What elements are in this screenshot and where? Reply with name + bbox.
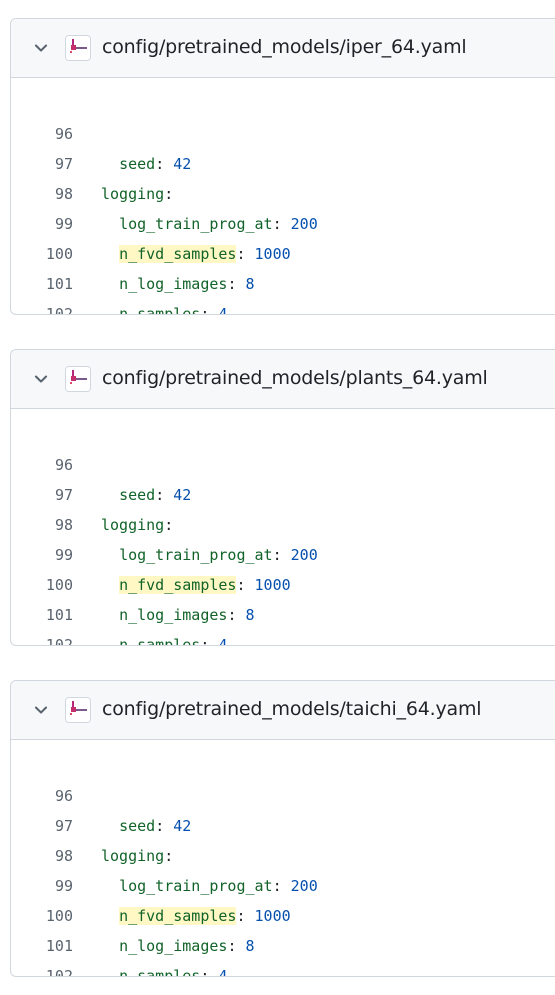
code-line: 102 n_samples_umap: 1000 xyxy=(11,931,555,976)
line-number[interactable]: 102 xyxy=(11,299,73,314)
chevron-down-icon[interactable] xyxy=(32,701,50,719)
code-line: 98 log_train_prog_at: 200 xyxy=(11,811,555,895)
code-line: 102 n_samples_umap: 1000 xyxy=(11,269,555,314)
repository-avatar-icon[interactable] xyxy=(65,35,91,61)
code-line: 99 n_fvd_samples: 1000 xyxy=(11,510,555,594)
chevron-down-icon[interactable] xyxy=(32,370,50,388)
code-result-file-3: config/pretrained_models/taichi_64.yaml … xyxy=(10,680,555,977)
line-content: n_samples: 4 xyxy=(101,630,228,646)
code-line: 96 seed: 42 xyxy=(11,420,555,504)
file-path-link[interactable]: config/pretrained_models/plants_64.yaml xyxy=(102,367,488,389)
code-line: 99 n_fvd_samples: 1000 xyxy=(11,841,555,925)
code-line: 96 seed: 42 xyxy=(11,89,555,173)
file-header: config/pretrained_models/plants_64.yaml xyxy=(11,350,555,409)
code-line: 100 n_log_images: 8 xyxy=(11,209,555,293)
line-content: n_samples: 4 xyxy=(101,961,228,977)
code-line: 98 log_train_prog_at: 200 xyxy=(11,480,555,564)
code-line: 98 log_train_prog_at: 200 xyxy=(11,149,555,233)
file-header: config/pretrained_models/iper_64.yaml xyxy=(11,19,555,78)
yaml-value: 4 xyxy=(218,967,228,977)
file-path-link[interactable]: config/pretrained_models/iper_64.yaml xyxy=(102,36,467,58)
yaml-key: n_samples xyxy=(119,636,201,646)
line-content: n_samples: 4 xyxy=(101,299,228,315)
code-line: 99 n_fvd_samples: 1000 xyxy=(11,179,555,263)
code-result-file-1: config/pretrained_models/iper_64.yaml 96… xyxy=(10,18,555,315)
code-line: 96 seed: 42 xyxy=(11,751,555,835)
yaml-key: n_samples xyxy=(119,305,201,315)
separator: : xyxy=(200,967,219,977)
code-line: 97 logging: xyxy=(11,450,555,534)
code-line: 100 n_log_images: 8 xyxy=(11,871,555,955)
code-line: 97 logging: xyxy=(11,781,555,865)
yaml-value: 4 xyxy=(218,636,228,646)
code-line: 101 n_samples: 4 xyxy=(11,570,555,645)
line-number[interactable]: 102 xyxy=(11,961,73,976)
code-line: 100 n_log_images: 8 xyxy=(11,540,555,624)
code-line: 97 logging: xyxy=(11,119,555,203)
code-snippet: 96 seed: 42 97 logging: 98 log_train_pro… xyxy=(11,78,555,314)
code-result-file-2: config/pretrained_models/plants_64.yaml … xyxy=(10,349,555,646)
file-header: config/pretrained_models/taichi_64.yaml xyxy=(11,681,555,740)
code-snippet: 96 seed: 42 97 logging: 98 log_train_pro… xyxy=(11,740,555,976)
code-snippet: 96 seed: 42 97 logging: 98 log_train_pro… xyxy=(11,409,555,645)
chevron-down-icon[interactable] xyxy=(32,39,50,57)
repository-avatar-icon[interactable] xyxy=(65,697,91,723)
code-line: 101 n_samples: 4 xyxy=(11,901,555,976)
file-path-link[interactable]: config/pretrained_models/taichi_64.yaml xyxy=(102,698,482,720)
yaml-value: 4 xyxy=(218,305,228,315)
separator: : xyxy=(200,636,219,646)
repository-avatar-icon[interactable] xyxy=(65,366,91,392)
line-number[interactable]: 102 xyxy=(11,630,73,645)
separator: : xyxy=(200,305,219,315)
code-line: 102 n_samples_umap: 1000 xyxy=(11,600,555,645)
yaml-key: n_samples xyxy=(119,967,201,977)
code-line: 101 n_samples: 4 xyxy=(11,239,555,314)
